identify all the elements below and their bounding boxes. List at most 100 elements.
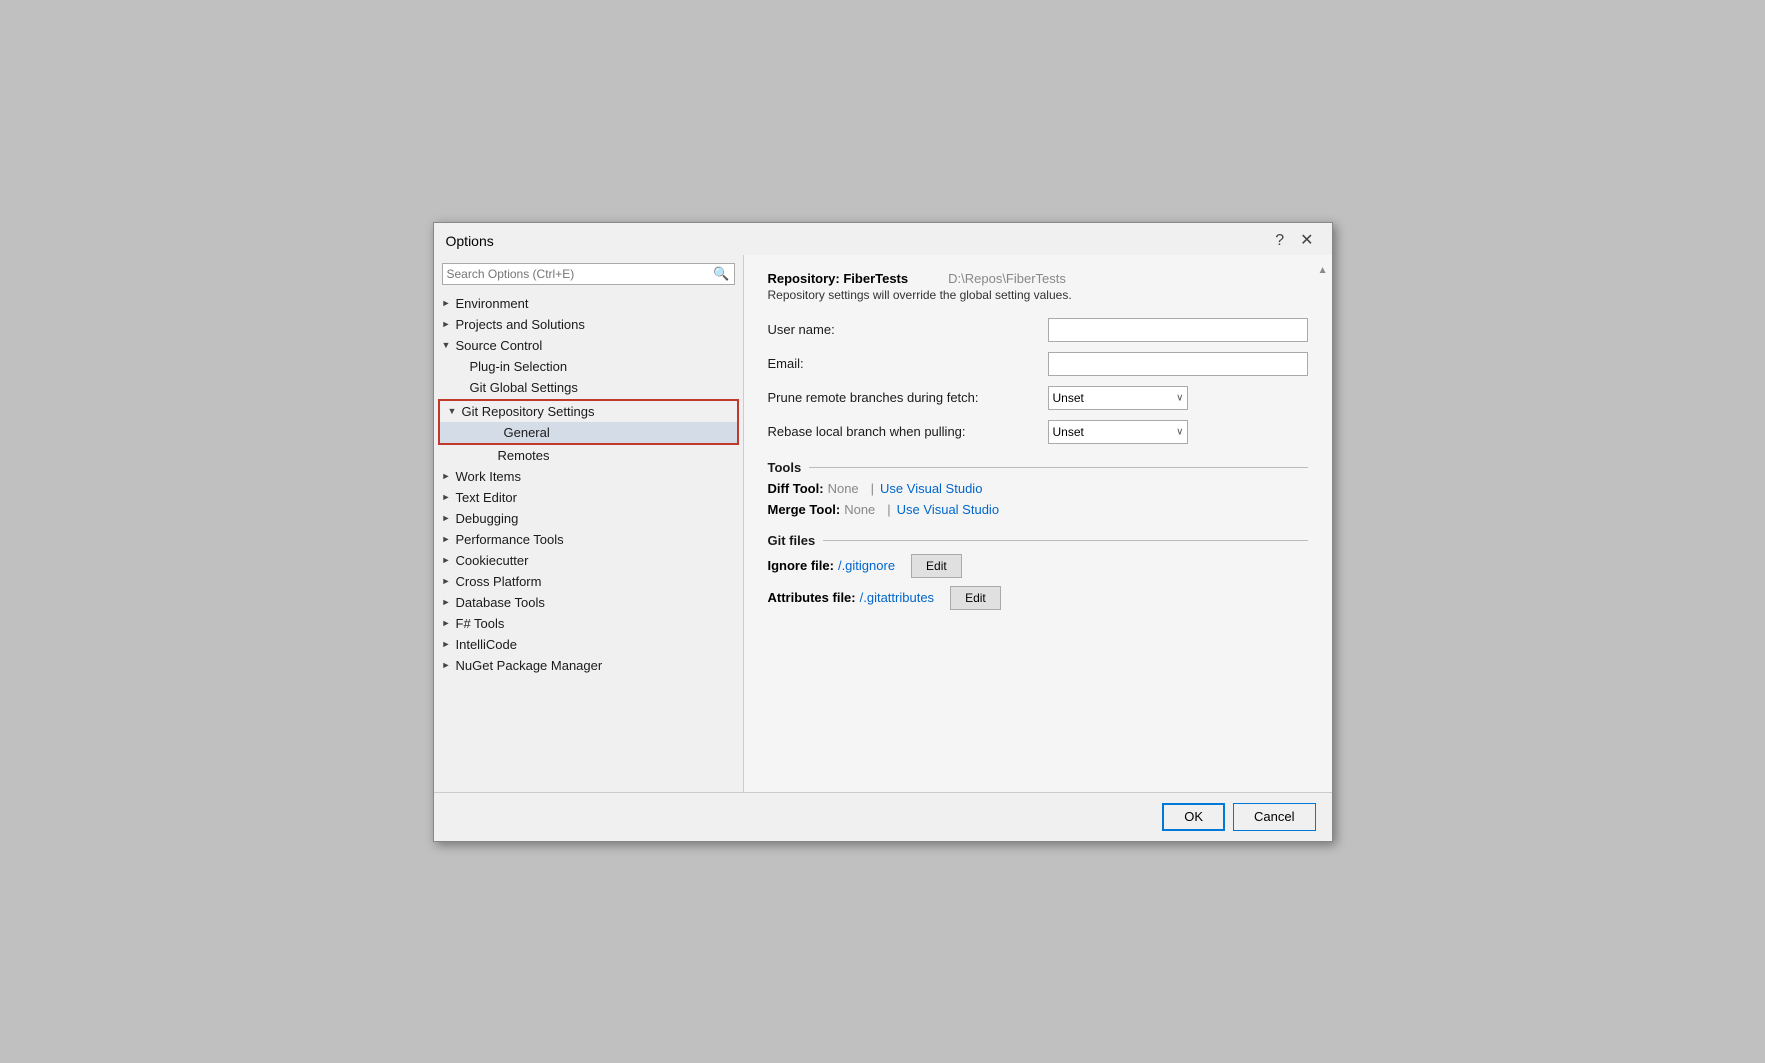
sidebar-item-label: Text Editor <box>456 490 737 505</box>
sidebar-item-label: Projects and Solutions <box>456 317 737 332</box>
repo-subtitle: Repository settings will override the gl… <box>768 288 1308 302</box>
sidebar-item-general[interactable]: General <box>440 422 737 443</box>
sidebar-item-nuget[interactable]: ► NuGet Package Manager <box>434 655 743 676</box>
git-files-section-title: Git files <box>768 533 1308 548</box>
title-bar: Options ? ✕ <box>434 223 1332 255</box>
chevron-right-icon: ► <box>442 597 456 607</box>
merge-tool-label: Merge Tool: <box>768 502 841 517</box>
sidebar-item-intellicode[interactable]: ► IntelliCode <box>434 634 743 655</box>
search-input[interactable] <box>447 267 714 281</box>
sidebar-item-label: Debugging <box>456 511 737 526</box>
username-field[interactable] <box>1048 318 1308 342</box>
prune-label: Prune remote branches during fetch: <box>768 390 1048 405</box>
rebase-label: Rebase local branch when pulling: <box>768 424 1048 439</box>
tools-section-title: Tools <box>768 460 1308 475</box>
merge-tool-none: None <box>844 502 875 517</box>
sidebar-item-label: Git Repository Settings <box>462 404 731 419</box>
left-panel: 🔍 ► Environment ► Projects and Solutions… <box>434 255 744 792</box>
sidebar-item-label: NuGet Package Manager <box>456 658 737 673</box>
sidebar-item-label: F# Tools <box>456 616 737 631</box>
chevron-right-icon: ► <box>442 576 456 586</box>
sidebar-item-git-repo-settings[interactable]: ▼ Git Repository Settings <box>440 401 737 422</box>
attributes-file-edit-button[interactable]: Edit <box>950 586 1001 610</box>
diff-tool-none: None <box>828 481 859 496</box>
repo-title-row: Repository: FiberTests D:\Repos\FiberTes… <box>768 271 1308 286</box>
sidebar-item-cross-platform[interactable]: ► Cross Platform <box>434 571 743 592</box>
dialog-footer: OK Cancel <box>434 792 1332 841</box>
sidebar-item-label: Environment <box>456 296 737 311</box>
sidebar-item-plugin-selection[interactable]: Plug-in Selection <box>434 356 743 377</box>
sidebar-item-work-items[interactable]: ► Work Items <box>434 466 743 487</box>
rebase-row: Rebase local branch when pulling: Unset … <box>768 420 1308 444</box>
sidebar-item-label: Plug-in Selection <box>470 359 737 374</box>
sidebar-item-cookiecutter[interactable]: ► Cookiecutter <box>434 550 743 571</box>
dialog-body: 🔍 ► Environment ► Projects and Solutions… <box>434 255 1332 792</box>
sidebar-item-environment[interactable]: ► Environment <box>434 293 743 314</box>
chevron-down-icon: ▼ <box>448 406 462 416</box>
chevron-right-icon: ► <box>442 660 456 670</box>
prune-row: Prune remote branches during fetch: Unse… <box>768 386 1308 410</box>
chevron-right-icon: ► <box>442 618 456 628</box>
merge-tool-link[interactable]: Use Visual Studio <box>897 502 999 517</box>
sidebar-item-label: Cookiecutter <box>456 553 737 568</box>
git-files-section-label: Git files <box>768 533 816 548</box>
sidebar-item-database-tools[interactable]: ► Database Tools <box>434 592 743 613</box>
attributes-file-label: Attributes file: <box>768 590 856 605</box>
ignore-file-edit-button[interactable]: Edit <box>911 554 962 578</box>
sidebar-item-label: Work Items <box>456 469 737 484</box>
chevron-right-icon: ► <box>442 534 456 544</box>
attributes-file-value: /.gitattributes <box>860 590 934 605</box>
attributes-file-row: Attributes file: /.gitattributes Edit <box>768 586 1308 610</box>
sidebar-item-text-editor[interactable]: ► Text Editor <box>434 487 743 508</box>
cancel-button[interactable]: Cancel <box>1233 803 1315 831</box>
sidebar-item-debugging[interactable]: ► Debugging <box>434 508 743 529</box>
chevron-right-icon: ► <box>442 639 456 649</box>
ignore-file-value: /.gitignore <box>838 558 895 573</box>
search-box[interactable]: 🔍 <box>442 263 735 285</box>
sidebar-item-performance-tools[interactable]: ► Performance Tools <box>434 529 743 550</box>
right-panel: ▲ Repository: FiberTests D:\Repos\FiberT… <box>744 255 1332 792</box>
rebase-select[interactable]: Unset True False <box>1048 420 1188 444</box>
title-bar-buttons: ? ✕ <box>1269 231 1319 251</box>
merge-separator: | <box>887 502 890 517</box>
merge-tool-row: Merge Tool: None | Use Visual Studio <box>768 502 1308 517</box>
sidebar-item-remotes[interactable]: Remotes <box>434 445 743 466</box>
sidebar-item-label: General <box>504 425 731 440</box>
sidebar-item-projects-solutions[interactable]: ► Projects and Solutions <box>434 314 743 335</box>
prune-select[interactable]: Unset True False <box>1048 386 1188 410</box>
sidebar-item-label: IntelliCode <box>456 637 737 652</box>
sidebar-item-label: Source Control <box>456 338 737 353</box>
email-row: Email: <box>768 352 1308 376</box>
chevron-right-icon: ► <box>442 471 456 481</box>
repo-path: D:\Repos\FiberTests <box>948 271 1066 286</box>
search-icon: 🔍 <box>713 266 729 282</box>
ignore-file-row: Ignore file: /.gitignore Edit <box>768 554 1308 578</box>
username-label: User name: <box>768 322 1048 337</box>
diff-tool-row: Diff Tool: None | Use Visual Studio <box>768 481 1308 496</box>
dialog-title: Options <box>446 233 494 249</box>
rebase-select-wrapper: Unset True False <box>1048 420 1188 444</box>
options-dialog: Options ? ✕ 🔍 ► Environment ► Project <box>433 222 1333 842</box>
chevron-right-icon: ► <box>442 555 456 565</box>
chevron-right-icon: ► <box>442 492 456 502</box>
repo-name: Repository: FiberTests <box>768 271 909 286</box>
ok-button[interactable]: OK <box>1162 803 1225 831</box>
help-button[interactable]: ? <box>1269 231 1290 251</box>
tree: ► Environment ► Projects and Solutions ▼… <box>434 289 743 792</box>
sidebar-item-fsharp-tools[interactable]: ► F# Tools <box>434 613 743 634</box>
chevron-right-icon: ► <box>442 298 456 308</box>
close-button[interactable]: ✕ <box>1294 231 1319 251</box>
sidebar-item-label: Git Global Settings <box>470 380 737 395</box>
chevron-down-icon: ▼ <box>442 340 456 350</box>
sidebar-item-label: Database Tools <box>456 595 737 610</box>
email-field[interactable] <box>1048 352 1308 376</box>
tools-section-label: Tools <box>768 460 802 475</box>
sidebar-item-source-control[interactable]: ▼ Source Control <box>434 335 743 356</box>
diff-tool-link[interactable]: Use Visual Studio <box>880 481 982 496</box>
username-row: User name: <box>768 318 1308 342</box>
sidebar-item-label: Performance Tools <box>456 532 737 547</box>
repo-header: Repository: FiberTests D:\Repos\FiberTes… <box>768 271 1308 302</box>
scroll-up-icon[interactable]: ▲ <box>1318 265 1328 276</box>
sidebar-item-git-global-settings[interactable]: Git Global Settings <box>434 377 743 398</box>
ignore-file-label: Ignore file: <box>768 558 834 573</box>
